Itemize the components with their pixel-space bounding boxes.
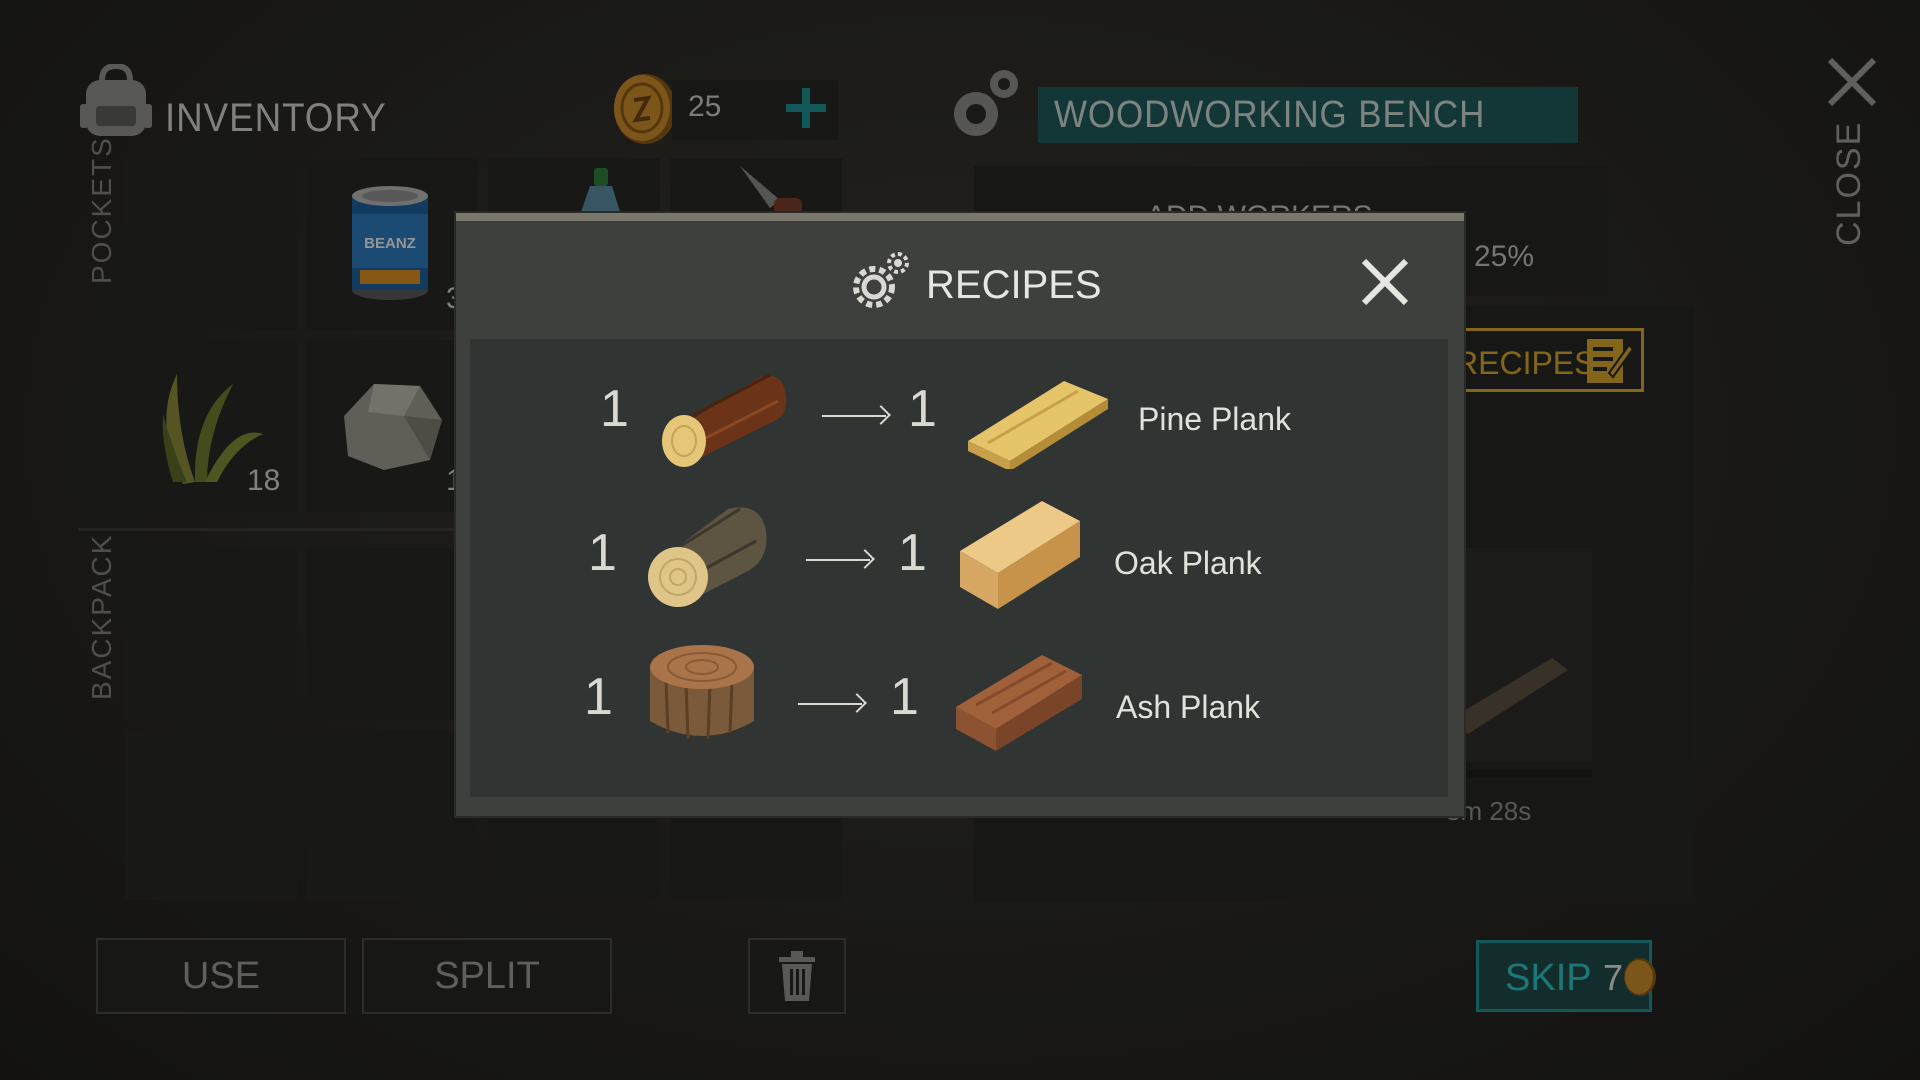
recipe-row[interactable]: 1 1 Ash Plank — [470, 637, 1370, 757]
modal-title: RECIPES — [926, 263, 1102, 307]
recipe-row[interactable]: 1 1 Pine Plank — [470, 349, 1370, 472]
modal-gears-icon — [852, 249, 912, 314]
recipes-list: 1 1 Pine Plank 1 1 Oak Plank 1 1 Ash Pla… — [470, 339, 1448, 797]
oak-plank-icon — [960, 501, 1084, 616]
recipes-modal: RECIPES 1 1 Pine Plank 1 1 Oak Plank 1 1… — [456, 213, 1464, 816]
input-quantity: 1 — [600, 380, 629, 438]
recipe-row[interactable]: 1 1 Oak Plank — [470, 493, 1370, 613]
modal-close-button[interactable] — [1360, 257, 1410, 307]
input-quantity: 1 — [588, 524, 617, 582]
ash-plank-icon — [956, 651, 1084, 756]
pine-plank-icon — [968, 369, 1108, 474]
output-quantity: 1 — [890, 668, 919, 726]
recipe-name: Pine Plank — [1138, 401, 1291, 437]
output-quantity: 1 — [908, 380, 937, 438]
arrow-icon — [822, 415, 886, 417]
arrow-icon — [806, 559, 870, 561]
arrow-icon — [798, 703, 862, 705]
pine-log-icon — [660, 357, 790, 472]
ash-stump-icon — [646, 641, 758, 750]
close-icon — [1361, 258, 1409, 306]
recipe-name: Oak Plank — [1114, 545, 1262, 581]
input-quantity: 1 — [584, 668, 613, 726]
oak-log-icon — [646, 497, 770, 614]
recipe-name: Ash Plank — [1116, 689, 1261, 725]
output-quantity: 1 — [898, 524, 927, 582]
